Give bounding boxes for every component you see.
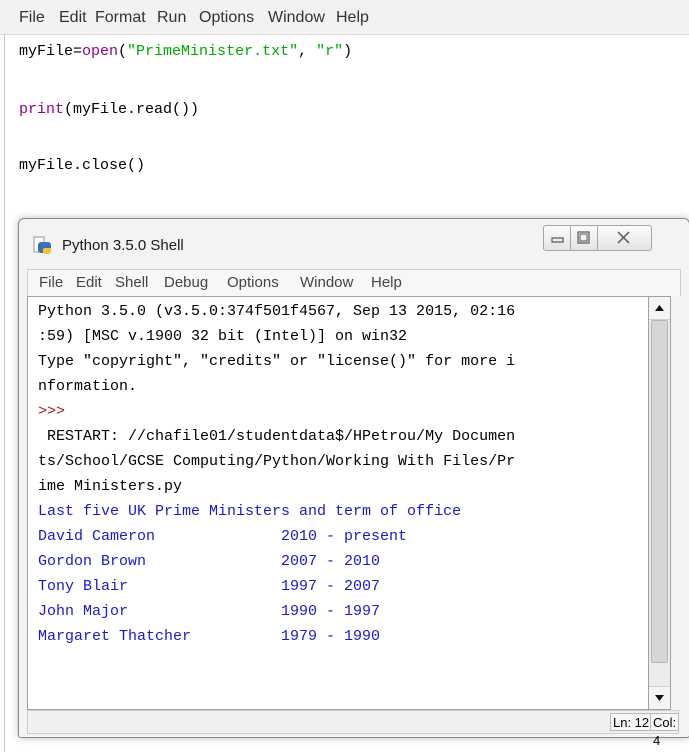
menu-help[interactable]: Help — [336, 9, 369, 27]
output-line: John Major 1990 - 1997 — [38, 603, 381, 620]
python-icon — [33, 236, 51, 254]
output-line: Gordon Brown 2007 - 2010 — [38, 553, 381, 570]
menu-window[interactable]: Window — [268, 9, 325, 27]
shell-prompt: >>> — [38, 403, 66, 420]
menu-run[interactable]: Run — [157, 9, 186, 27]
banner-line: Python 3.5.0 (v3.5.0:374f501f4567, Sep 1… — [38, 303, 516, 320]
vertical-scrollbar[interactable] — [649, 296, 671, 710]
shell-title: Python 3.5.0 Shell — [62, 237, 184, 254]
shell-menu-shell[interactable]: Shell — [115, 274, 148, 291]
menu-edit[interactable]: Edit — [59, 9, 87, 27]
status-col: Col: 4 — [650, 713, 680, 748]
shell-menu-edit[interactable]: Edit — [76, 274, 102, 291]
code-print-args: (myFile.read()) — [64, 101, 200, 118]
minimize-icon — [551, 237, 564, 243]
code-var: myFile= — [19, 43, 83, 60]
shell-output-area[interactable]: Python 3.5.0 (v3.5.0:374f501f4567, Sep 1… — [27, 296, 649, 710]
output-line: Margaret Thatcher 1979 - 1990 — [38, 628, 381, 645]
code-line-1[interactable]: myFile=open("PrimeMinister.txt", "r") — [19, 43, 352, 60]
maximize-icon — [577, 231, 590, 244]
close-icon — [617, 231, 630, 244]
banner-line: Type "copyright", "credits" or "license(… — [38, 353, 516, 370]
editor-menubar: File Edit Format Run Options Window Help — [0, 0, 689, 35]
code-line-3[interactable]: myFile.close() — [19, 157, 145, 174]
code-paren: ( — [118, 43, 128, 60]
shell-menu-options[interactable]: Options — [227, 274, 279, 291]
banner-line: nformation. — [38, 378, 138, 395]
shell-titlebar[interactable]: Python 3.5.0 Shell — [19, 219, 689, 267]
status-bar: Ln: 12 Col: 4 — [27, 710, 680, 748]
status-line: Ln: 12 — [610, 713, 653, 731]
shell-menu-window[interactable]: Window — [300, 274, 353, 291]
restart-line: RESTART: //chafile01/studentdata$/HPetro… — [38, 428, 516, 445]
code-string-filename: "PrimeMinister.txt" — [127, 43, 299, 60]
restart-line: ts/School/GCSE Computing/Python/Working … — [38, 453, 516, 470]
menu-file[interactable]: File — [19, 9, 45, 27]
shell-menu-file[interactable]: File — [39, 274, 63, 291]
close-button[interactable] — [598, 225, 652, 251]
minimize-button[interactable] — [543, 225, 571, 251]
shell-menu-debug[interactable]: Debug — [164, 274, 208, 291]
scroll-up-button[interactable] — [649, 297, 670, 320]
restart-line: ime Ministers.py — [38, 478, 183, 495]
menu-options[interactable]: Options — [199, 9, 254, 27]
code-func-print: print — [19, 101, 65, 118]
output-line: David Cameron 2010 - present — [38, 528, 408, 545]
banner-line: :59) [MSC v.1900 32 bit (Intel)] on win3… — [38, 328, 408, 345]
code-line-2[interactable]: print(myFile.read()) — [19, 101, 199, 118]
code-paren-close: ) — [343, 43, 353, 60]
python-shell-window: Python 3.5.0 Shell File Edit Shell Debug… — [18, 218, 689, 748]
editor-border — [4, 34, 5, 752]
shell-menu-help[interactable]: Help — [371, 274, 402, 291]
output-line: Tony Blair 1997 - 2007 — [38, 578, 381, 595]
scrollbar-thumb[interactable] — [651, 320, 668, 663]
code-separator: , — [298, 43, 317, 60]
output-line: Last five UK Prime Ministers and term of… — [38, 503, 462, 520]
code-func-open: open — [82, 43, 119, 60]
scroll-down-icon — [655, 695, 664, 701]
maximize-button[interactable] — [571, 225, 598, 251]
shell-menubar: File Edit Shell Debug Options Window Hel… — [27, 269, 681, 296]
scroll-down-button[interactable] — [649, 686, 670, 709]
scroll-up-icon — [655, 305, 664, 311]
code-string-mode: "r" — [316, 43, 344, 60]
menu-format[interactable]: Format — [95, 9, 146, 27]
